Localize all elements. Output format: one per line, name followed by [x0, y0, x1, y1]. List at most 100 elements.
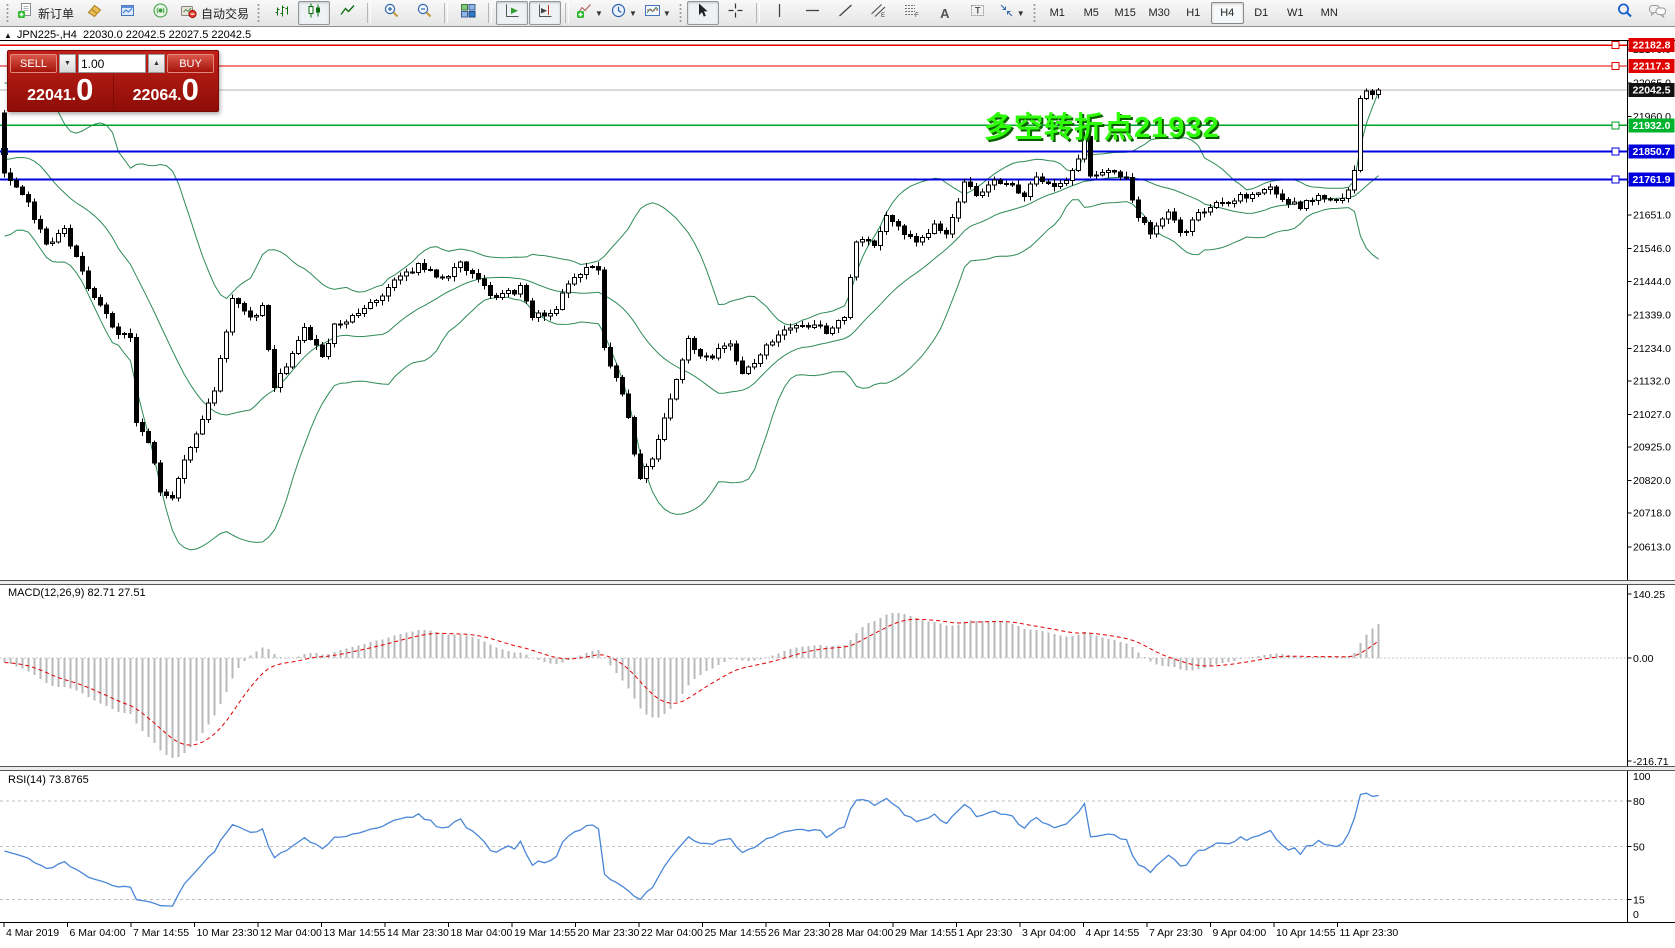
- candlestick-chart-button[interactable]: [298, 1, 330, 25]
- fibonacci-button[interactable]: F: [896, 1, 928, 25]
- timeframe-m15[interactable]: M15: [1109, 2, 1142, 24]
- chart-shift-button[interactable]: [529, 1, 561, 25]
- svg-text:22 Mar 04:00: 22 Mar 04:00: [641, 927, 703, 939]
- timeframe-h1[interactable]: H1: [1177, 2, 1210, 24]
- timeframe-h4[interactable]: H4: [1211, 2, 1244, 24]
- svg-text:10 Mar 23:30: 10 Mar 23:30: [197, 927, 259, 939]
- auto-scroll-button[interactable]: [496, 1, 528, 25]
- tile-windows-icon: [460, 2, 477, 24]
- timeframe-w1[interactable]: W1: [1279, 2, 1312, 24]
- svg-text:12 Mar 04:00: 12 Mar 04:00: [260, 927, 322, 939]
- profile-button[interactable]: [111, 1, 143, 25]
- chart-annotation-text[interactable]: 多空转折点21932: [984, 104, 1220, 146]
- templates-button[interactable]: ▼: [641, 1, 674, 25]
- new-order-label: 新订单: [38, 5, 74, 22]
- svg-text:F: F: [915, 13, 919, 19]
- svg-text:10 Apr 14:55: 10 Apr 14:55: [1276, 927, 1336, 939]
- svg-text:25 Mar 14:55: 25 Mar 14:55: [705, 927, 767, 939]
- trendline-icon: [837, 2, 854, 24]
- rsi-indicator-label: RSI(14) 73.8765: [8, 774, 89, 786]
- new-order-button[interactable]: 新订单: [14, 1, 77, 25]
- text-label-button[interactable]: T: [962, 1, 994, 25]
- svg-text:28 Mar 04:00: 28 Mar 04:00: [832, 927, 894, 939]
- arrows-button[interactable]: ▼: [995, 1, 1028, 25]
- toolbar-grip[interactable]: [256, 3, 261, 23]
- svg-text:100: 100: [1633, 771, 1651, 783]
- channel-icon: E: [870, 2, 887, 24]
- collapse-arrow-icon[interactable]: ▲: [4, 31, 12, 40]
- buy-price[interactable]: 22064.0: [114, 75, 219, 112]
- profile-window-icon: [119, 2, 136, 24]
- zoom-out-button[interactable]: [408, 1, 440, 25]
- chart-title: ▲ JPN225-,H4 22030.0 22042.5 22027.5 2204…: [4, 29, 251, 41]
- toolbar-separator: [565, 3, 569, 23]
- chat-button[interactable]: [1641, 1, 1673, 25]
- timeframe-d1[interactable]: D1: [1245, 2, 1278, 24]
- clock-icon: [610, 2, 627, 24]
- zoom-in-icon: [383, 2, 400, 24]
- text-button[interactable]: A: [929, 1, 961, 25]
- volume-decrease-button[interactable]: ▼: [59, 54, 76, 73]
- signal-button[interactable]: [144, 1, 176, 25]
- chart-shift-icon: [537, 2, 554, 24]
- buy-button[interactable]: BUY: [167, 54, 214, 73]
- tile-windows-button[interactable]: [452, 1, 484, 25]
- chevron-down-icon: ▼: [629, 9, 637, 18]
- toolbar-separator: [488, 3, 492, 23]
- channel-button[interactable]: E: [863, 1, 895, 25]
- svg-text:140.25: 140.25: [1633, 589, 1665, 601]
- cursor-button[interactable]: [687, 1, 719, 25]
- toolbar-separator: [367, 3, 371, 23]
- sell-price[interactable]: 22041.0: [8, 75, 114, 112]
- svg-text:9 Apr 04:00: 9 Apr 04:00: [1213, 927, 1267, 939]
- timeframe-group: M1M5M15M30H1H4D1W1MN: [1041, 2, 1346, 24]
- svg-text:21027.0: 21027.0: [1633, 409, 1671, 421]
- fibonacci-icon: F: [903, 2, 920, 24]
- bar-chart-button[interactable]: [265, 1, 297, 25]
- signal-icon: [152, 2, 169, 24]
- svg-text:22042.5: 22042.5: [1633, 85, 1671, 97]
- svg-text:3 Apr 04:00: 3 Apr 04:00: [1022, 927, 1076, 939]
- chevron-down-icon: ▼: [1017, 9, 1025, 18]
- svg-text:0.00: 0.00: [1633, 653, 1654, 665]
- candlestick-chart-icon: [306, 2, 323, 24]
- line-chart-button[interactable]: [331, 1, 363, 25]
- periods-button[interactable]: ▼: [607, 1, 640, 25]
- cursor-icon: [694, 2, 711, 24]
- horizontal-line-button[interactable]: [797, 1, 829, 25]
- crosshair-button[interactable]: [720, 1, 752, 25]
- toolbar-separator: [444, 3, 448, 23]
- line-chart-icon: [339, 2, 356, 24]
- toolbar-grip[interactable]: [678, 3, 683, 23]
- svg-text:21546.0: 21546.0: [1633, 243, 1671, 255]
- svg-text:7 Apr 23:30: 7 Apr 23:30: [1149, 927, 1203, 939]
- zoom-in-button[interactable]: [375, 1, 407, 25]
- svg-text:21850.7: 21850.7: [1633, 146, 1671, 158]
- timeframe-m5[interactable]: M5: [1075, 2, 1108, 24]
- eraser-button[interactable]: [78, 1, 110, 25]
- svg-text:-216.71: -216.71: [1633, 756, 1669, 768]
- toolbar-grip[interactable]: [1032, 3, 1037, 23]
- sell-button[interactable]: SELL: [10, 54, 57, 73]
- svg-text:T: T: [975, 6, 981, 16]
- timeframe-m1[interactable]: M1: [1041, 2, 1074, 24]
- toolbar-grip[interactable]: [5, 3, 10, 23]
- timeframe-m30[interactable]: M30: [1143, 2, 1176, 24]
- auto-trading-button[interactable]: 自动交易: [177, 1, 252, 25]
- search-button[interactable]: [1608, 1, 1640, 25]
- indicators-button[interactable]: ▼: [573, 1, 606, 25]
- timeframe-mn[interactable]: MN: [1313, 2, 1346, 24]
- trendline-button[interactable]: [830, 1, 862, 25]
- chart-title-text: JPN225-,H4 22030.0 22042.5 22027.5 22042…: [17, 29, 251, 41]
- svg-text:20925.0: 20925.0: [1633, 442, 1671, 454]
- svg-text:14 Mar 23:30: 14 Mar 23:30: [387, 927, 449, 939]
- svg-text:21234.0: 21234.0: [1633, 343, 1671, 355]
- macd-indicator-label: MACD(12,26,9) 82.71 27.51: [8, 587, 146, 599]
- volume-input[interactable]: [78, 54, 146, 73]
- vertical-line-button[interactable]: [764, 1, 796, 25]
- svg-text:21761.9: 21761.9: [1633, 174, 1671, 186]
- volume-increase-button[interactable]: ▲: [148, 54, 165, 73]
- svg-text:4 Mar 2019: 4 Mar 2019: [6, 927, 59, 939]
- chart-canvas[interactable]: 22170.022065.021960.021858.021755.021651…: [0, 28, 1675, 948]
- auto-trading-icon: [180, 2, 197, 24]
